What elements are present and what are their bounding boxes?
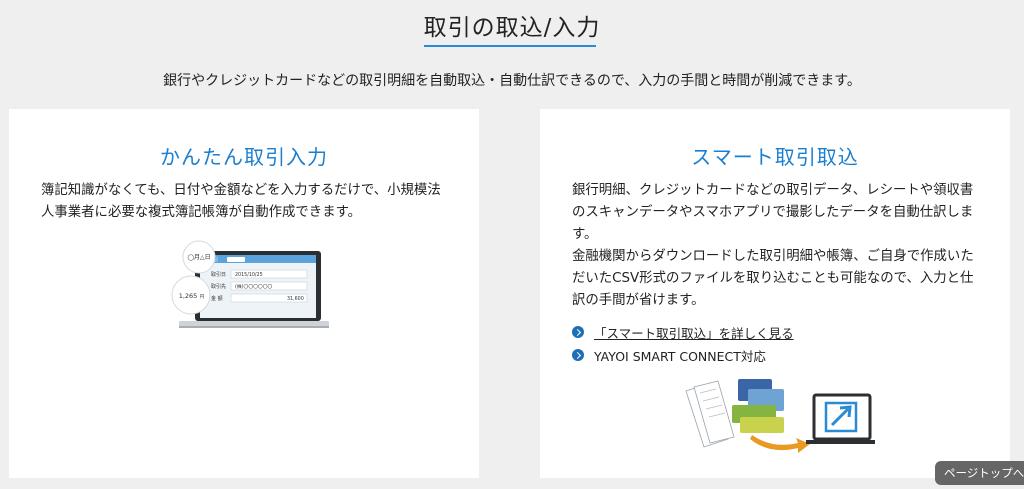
credit-card-icon — [732, 379, 784, 433]
smart-import-paragraph-1: 銀行明細、クレジットカードなどの取引データ、レシートや領収書のスキャンデータやス… — [572, 183, 974, 242]
link-label[interactable]: 「スマート取引取込」を詳しく見る — [594, 323, 794, 342]
page-top-button[interactable]: ページトップへ — [935, 461, 1024, 485]
svg-text:1,265: 1,265 — [179, 292, 198, 300]
smart-import-illustration — [685, 379, 875, 453]
svg-text:(株)〇〇〇〇〇〇: (株)〇〇〇〇〇〇 — [235, 283, 273, 290]
svg-text:金 額: 金 額 — [211, 295, 223, 302]
section-lead: 銀行やクレジットカードなどの取引明細を自動取込・自動仕訳できるので、入力の手間と… — [163, 73, 861, 89]
yayoi-smart-connect-link[interactable]: YAYOI SMART CONNECT対応 — [572, 346, 766, 364]
svg-text:円: 円 — [200, 294, 205, 300]
svg-text:取引先: 取引先 — [211, 283, 226, 290]
chevron-right-icon — [572, 326, 584, 338]
manual-entry-description: 簿記知識がなくても、日付や金額などを入力するだけで、小規模法人事業者に必要な複式… — [41, 183, 441, 220]
smart-import-description: 銀行明細、クレジットカードなどの取引データ、レシートや領収書のスキャンデータやス… — [572, 180, 982, 312]
smart-import-details-link[interactable]: 「スマート取引取込」を詳しく見る — [572, 323, 794, 341]
section-title: 取引の取込/入力 — [423, 15, 601, 41]
svg-text:2015/10/25: 2015/10/25 — [235, 272, 263, 278]
title-underline — [424, 45, 596, 47]
svg-text:◯月△日: ◯月△日 — [187, 254, 210, 261]
manual-entry-card: かんたん取引入力 簿記知識がなくても、日付や金額などを入力するだけで、小規模法人… — [9, 109, 479, 478]
link-label[interactable]: YAYOI SMART CONNECT対応 — [594, 346, 766, 365]
manual-entry-title: かんたん取引入力 — [160, 145, 328, 169]
chevron-right-icon — [572, 349, 584, 361]
arrow-icon — [750, 435, 810, 453]
smart-import-paragraph-2: 金融機関からダウンロードした取引明細や帳簿、ご自身で作成いただいたCSV形式のフ… — [572, 249, 974, 308]
smart-import-title: スマート取引取込 — [691, 145, 859, 169]
svg-text:取引日: 取引日 — [211, 271, 226, 278]
manual-entry-illustration: 取引 取引日 2015/10/25 取引先 (株)〇〇〇〇〇〇 金 額 31,6… — [171, 240, 329, 328]
receipt-icon — [685, 380, 735, 448]
smart-import-card: スマート取引取込 銀行明細、クレジットカードなどの取引データ、レシートや領収書の… — [540, 109, 1010, 478]
svg-text:31,600: 31,600 — [287, 296, 304, 302]
